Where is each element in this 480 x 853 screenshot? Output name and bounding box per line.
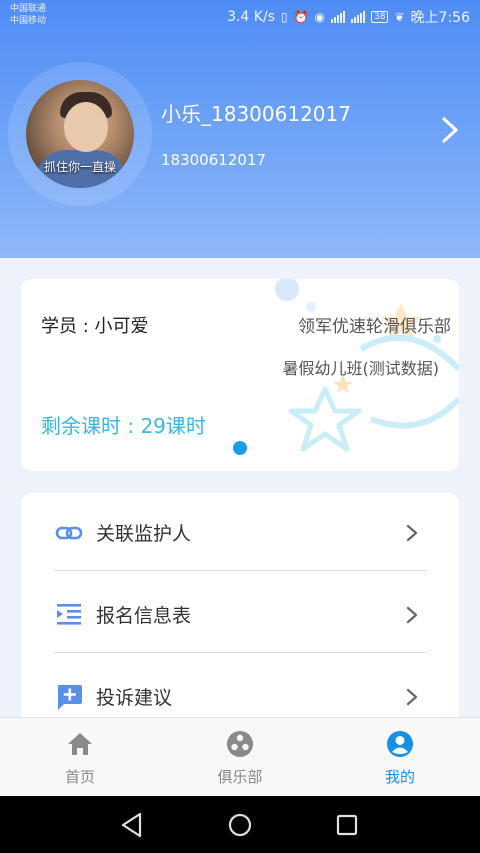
- tab-club[interactable]: 俱乐部: [160, 718, 320, 797]
- tab-label: 我的: [384, 768, 415, 786]
- tab-label: 首页: [64, 768, 95, 786]
- network-speed: 3.4 K/s: [227, 9, 275, 25]
- back-icon[interactable]: [118, 810, 148, 840]
- eye-icon: ◉: [314, 10, 326, 24]
- student-card[interactable]: 学员 : 小可爱 领军优速轮滑俱乐部 暑假幼儿班(测试数据) 剩余课时 : 29…: [21, 279, 459, 471]
- user-phone: 18300612017: [161, 151, 266, 169]
- vibrate-icon: ▯: [280, 10, 288, 24]
- alarm-icon: ⏰: [293, 10, 309, 24]
- chevron-right-icon: [406, 606, 418, 624]
- class-name: 暑假幼儿班(测试数据): [282, 359, 440, 378]
- tab-mine[interactable]: 我的: [320, 718, 480, 797]
- menu-list: 关联监护人 报名信息表 投诉建议: [21, 493, 459, 753]
- recent-apps-icon[interactable]: [332, 810, 362, 840]
- chevron-right-icon: [406, 524, 418, 542]
- club-name: 领军优速轮滑俱乐部: [298, 317, 451, 337]
- menu-item-label: 关联监护人: [96, 523, 192, 545]
- signal-icon-2: [351, 11, 366, 23]
- link-icon: [55, 526, 83, 540]
- bottom-tab-bar: 首页 俱乐部 我的: [0, 717, 480, 796]
- menu-item-label: 报名信息表: [96, 605, 192, 627]
- carrier-info: 中国联通 中国移动: [10, 3, 46, 27]
- menu-item-guardian[interactable]: 关联监护人: [21, 493, 459, 575]
- person-icon: [387, 731, 413, 757]
- chevron-right-icon[interactable]: [438, 115, 462, 145]
- divider: [54, 570, 427, 571]
- home-circle-icon[interactable]: [225, 810, 255, 840]
- divider: [54, 652, 427, 653]
- battery-icon: 38: [371, 11, 389, 23]
- carrier-1: 中国联通: [10, 4, 47, 14]
- remaining-hours: 剩余课时 : 29课时: [41, 414, 206, 438]
- menu-item-registration[interactable]: 报名信息表: [21, 575, 459, 657]
- menu-item-label: 投诉建议: [96, 687, 173, 709]
- tab-home[interactable]: 首页: [0, 718, 160, 797]
- tab-label: 俱乐部: [217, 768, 263, 786]
- carousel-indicator[interactable]: [233, 441, 247, 455]
- list-indent-icon: [57, 604, 81, 625]
- feedback-plus-icon: [58, 685, 82, 710]
- status-bar: 中国联通 中国移动 3.4 K/s ▯ ⏰ ◉ 38 ❦ 晚上7:56: [0, 0, 480, 34]
- avatar[interactable]: 抓住你一直操: [26, 80, 134, 188]
- chevron-right-icon: [406, 688, 418, 706]
- clock-time: 晚上7:56: [410, 10, 470, 26]
- leaf-icon: ❦: [394, 10, 405, 24]
- home-icon: [68, 733, 92, 755]
- student-name: 学员 : 小可爱: [41, 316, 149, 337]
- signal-icon: [331, 11, 346, 23]
- system-navigation-bar: [0, 796, 480, 853]
- status-indicators: 3.4 K/s ▯ ⏰ ◉ 38 ❦ 晚上7:56: [227, 7, 470, 27]
- club-icon: [227, 731, 253, 757]
- user-name[interactable]: 小乐_18300612017: [161, 98, 351, 127]
- avatar-caption: 抓住你一直操: [43, 160, 116, 174]
- carrier-2: 中国移动: [10, 16, 47, 26]
